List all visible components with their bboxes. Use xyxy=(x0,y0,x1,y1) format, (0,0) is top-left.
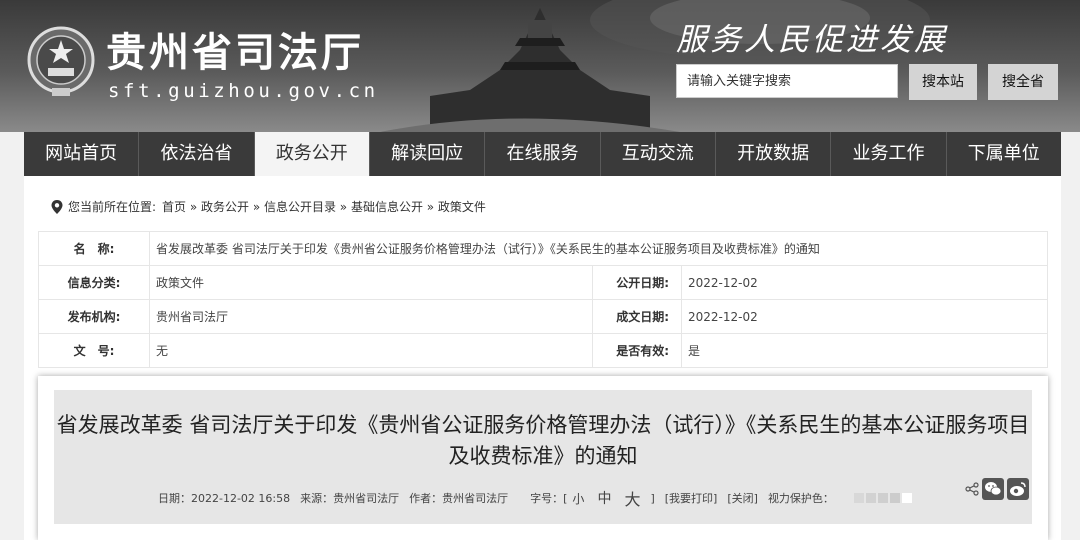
main-nav: 网站首页 依法治省 政务公开 解读回应 在线服务 互动交流 开放数据 业务工作 … xyxy=(24,132,1061,176)
eye-care-swatch[interactable] xyxy=(901,493,912,503)
article-meta: 日期：2022-12-02 16:58 来源：贵州省司法厅 作者：贵州省司法厅 … xyxy=(158,486,914,510)
eye-care-swatch[interactable] xyxy=(889,493,900,503)
written-date-value: 2022-12-02 xyxy=(681,299,1048,334)
article-date: 日期：2022-12-02 16:58 xyxy=(158,492,291,505)
article-header: 省发展改革委 省司法厅关于印发《贵州省公证服务价格管理办法（试行）》《关系民生的… xyxy=(38,376,1048,540)
close-link[interactable]: [关闭] xyxy=(727,490,758,506)
site-slogan: 服务人民促进发展 xyxy=(676,22,948,58)
share-icon[interactable] xyxy=(965,482,979,496)
table-row: 信息分类: 政策文件 公开日期: 2022-12-02 xyxy=(38,265,1048,300)
print-link[interactable]: [我要打印] xyxy=(665,490,718,506)
site-header: 贵州省司法厅 sft.guizhou.gov.cn 服务人民促进发展 搜本站 搜… xyxy=(0,0,1080,132)
font-size-label: 字号：[ xyxy=(530,492,568,505)
font-size-small[interactable]: 小 xyxy=(572,490,584,507)
table-row: 文 号: 无 是否有效: 是 xyxy=(38,333,1048,368)
site-domain: sft.guizhou.gov.cn xyxy=(108,80,379,102)
share-bar xyxy=(962,478,1029,500)
breadcrumb: 您当前所在位置: 首页 » 政务公开 » 信息公开目录 » 基础信息公开 » 政… xyxy=(50,198,486,215)
article-header-inner: 省发展改革委 省司法厅关于印发《贵州省公证服务价格管理办法（试行）》《关系民生的… xyxy=(54,390,1032,524)
nav-item-interpretation[interactable]: 解读回应 xyxy=(370,132,486,176)
publish-date-label: 公开日期: xyxy=(592,265,682,300)
nav-item-business[interactable]: 业务工作 xyxy=(831,132,947,176)
org-value: 贵州省司法厅 xyxy=(149,299,593,334)
eye-care-swatch[interactable] xyxy=(853,493,864,503)
name-label: 名 称: xyxy=(38,231,150,266)
category-label: 信息分类: xyxy=(38,265,150,300)
category-value: 政策文件 xyxy=(149,265,593,300)
document-info-table: 名 称: 省发展改革委 省司法厅关于印发《贵州省公证服务价格管理办法（试行）》《… xyxy=(38,231,1048,368)
doc-no-value: 无 xyxy=(149,333,593,368)
weibo-icon[interactable] xyxy=(1007,478,1029,500)
wechat-icon[interactable] xyxy=(982,478,1004,500)
nav-item-gov-affairs[interactable]: 政务公开 xyxy=(254,132,370,176)
nav-item-subordinate-units[interactable]: 下属单位 xyxy=(947,132,1061,176)
font-size-medium[interactable]: 中 xyxy=(597,488,611,508)
search-input[interactable] xyxy=(676,64,898,98)
main-content: 您当前所在位置: 首页 » 政务公开 » 信息公开目录 » 基础信息公开 » 政… xyxy=(24,176,1061,540)
doc-no-label: 文 号: xyxy=(38,333,150,368)
name-value: 省发展改革委 省司法厅关于印发《贵州省公证服务价格管理办法（试行）》《关系民生的… xyxy=(149,231,1048,266)
article-title: 省发展改革委 省司法厅关于印发《贵州省公证服务价格管理办法（试行）》《关系民生的… xyxy=(56,413,1030,468)
nav-item-home[interactable]: 网站首页 xyxy=(24,132,140,176)
location-pin-icon xyxy=(51,199,63,214)
article-author: 作者：贵州省司法厅 xyxy=(409,492,509,505)
article-source: 来源：贵州省司法厅 xyxy=(300,492,400,505)
eye-care-label: 视力保护色： xyxy=(767,492,834,505)
search-site-button[interactable]: 搜本站 xyxy=(909,64,977,100)
national-emblem-icon xyxy=(27,26,95,96)
nav-item-online-services[interactable]: 在线服务 xyxy=(485,132,601,176)
breadcrumb-path[interactable]: 首页 » 政务公开 » 信息公开目录 » 基础信息公开 » 政策文件 xyxy=(162,198,486,215)
eye-care-swatch[interactable] xyxy=(865,493,876,503)
table-row: 发布机构: 贵州省司法厅 成文日期: 2022-12-02 xyxy=(38,299,1048,334)
site-title: 贵州省司法厅 xyxy=(106,30,364,76)
publish-date-value: 2022-12-02 xyxy=(681,265,1048,300)
valid-label: 是否有效: xyxy=(592,333,682,368)
font-size-end: ] xyxy=(650,491,655,505)
nav-item-interaction[interactable]: 互动交流 xyxy=(601,132,716,176)
breadcrumb-prefix: 您当前所在位置: xyxy=(68,200,157,214)
search-province-button[interactable]: 搜全省 xyxy=(988,64,1058,100)
nav-item-open-data[interactable]: 开放数据 xyxy=(716,132,832,176)
table-row: 名 称: 省发展改革委 省司法厅关于印发《贵州省公证服务价格管理办法（试行）》《… xyxy=(38,231,1048,266)
written-date-label: 成文日期: xyxy=(592,299,682,334)
org-label: 发布机构: xyxy=(38,299,150,334)
nav-item-rule-of-law[interactable]: 依法治省 xyxy=(139,132,255,176)
eye-care-swatch[interactable] xyxy=(877,493,888,503)
font-size-large[interactable]: 大 xyxy=(624,486,640,510)
valid-value: 是 xyxy=(681,333,1048,368)
